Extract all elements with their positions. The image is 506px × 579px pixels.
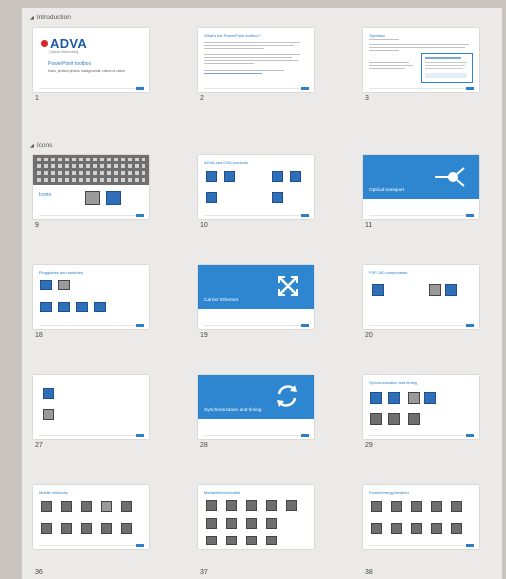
slide-number: 27: [35, 442, 43, 449]
section-label: Introduction: [36, 14, 71, 21]
slide-number: 29: [365, 442, 373, 449]
slide-title: Carrier Ethernet: [204, 298, 239, 303]
collapse-triangle-icon[interactable]: ◢: [30, 143, 34, 149]
slide-number: 1: [35, 95, 39, 102]
section-header-icons[interactable]: ◢ Icons: [30, 142, 52, 149]
slide-thumbnail-29[interactable]: Synchronization and timing: [363, 375, 479, 439]
slide-number: 28: [200, 442, 208, 449]
slide-number: 2: [200, 95, 204, 102]
slide-thumbnail-20[interactable]: FSP 150 components: [363, 265, 479, 329]
brand-subtitle: Optical Networking: [49, 50, 79, 54]
font-dialog-preview: [421, 53, 473, 83]
slide-thumbnail-27[interactable]: [33, 375, 149, 439]
slide-number: 36: [35, 569, 43, 576]
slide-title: Power/energy/weather: [369, 490, 410, 495]
slide-title: Mobile networks: [39, 490, 68, 495]
slide-number: 38: [365, 569, 373, 576]
slide-number: 3: [365, 95, 369, 102]
slide-thumbnail-1[interactable]: ADVA Optical Networking PowerPoint toolb…: [33, 28, 149, 92]
blue-banner: Synchronization and timing: [198, 375, 314, 419]
slide-thumbnail-38[interactable]: Power/energy/weather: [363, 485, 479, 549]
slide-thumbnail-19[interactable]: Carrier Ethernet: [198, 265, 314, 329]
slide-thumbnail-37[interactable]: Media/Internet/cable: [198, 485, 314, 549]
slide-thumbnail-9[interactable]: Icons: [33, 155, 149, 219]
slide-number: 19: [200, 332, 208, 339]
slide-number: 11: [365, 222, 373, 229]
collapse-triangle-icon[interactable]: ◢: [30, 15, 34, 21]
section-header-introduction[interactable]: ◢ Introduction: [30, 14, 71, 21]
slide-thumbnail-10[interactable]: ADVA and OSA products: [198, 155, 314, 219]
slide-title: ADVA and OSA products: [204, 160, 248, 165]
slide-title: Optical transport: [369, 188, 405, 193]
blue-banner: Carrier Ethernet: [198, 265, 314, 309]
slide-title: Icons: [39, 192, 51, 198]
sync-arrows-icon: [277, 385, 297, 407]
slide-number: 20: [365, 332, 373, 339]
slide-thumbnail-18[interactable]: Pluggables and switches: [33, 265, 149, 329]
slide-number: 10: [200, 222, 208, 229]
section-label: Icons: [36, 142, 53, 149]
blue-banner: Optical transport: [363, 155, 479, 199]
slide-title: Typeface: [369, 33, 386, 38]
optical-transport-icon: [435, 167, 465, 187]
slide-title: Media/Internet/cable: [204, 490, 241, 495]
slide-thumbnail-28[interactable]: Synchronization and timing: [198, 375, 314, 439]
slide-title: Synchronization and timing: [204, 408, 262, 413]
slide-thumbnail-36[interactable]: Mobile networks: [33, 485, 149, 549]
slide-title: Pluggables and switches: [39, 270, 84, 275]
icon-grid-banner: [33, 155, 149, 185]
slide-subtitle: Icons, product photos, backgrounds, choi…: [48, 69, 125, 73]
slide-thumbnail-2[interactable]: What's the PowerPoint toolbox?: [198, 28, 314, 92]
carrier-ethernet-icon: [278, 276, 298, 296]
slide-title: What's the PowerPoint toolbox?: [204, 33, 261, 38]
slide-number: 37: [200, 569, 208, 576]
slide-thumbnail-3[interactable]: Typeface: [363, 28, 479, 92]
slide-sorter-pane: ◢ Introduction ADVA Optical Networking P…: [22, 8, 502, 579]
logo-mark-icon: [41, 40, 48, 47]
slide-number: 9: [35, 222, 39, 229]
slide-title: Synchronization and timing: [369, 380, 418, 385]
slide-title: PowerPoint toolbox: [48, 61, 92, 67]
adva-logo: ADVA: [41, 36, 87, 51]
slide-title: FSP 150 components: [369, 270, 408, 275]
slide-number: 18: [35, 332, 43, 339]
slide-thumbnail-11[interactable]: Optical transport: [363, 155, 479, 219]
